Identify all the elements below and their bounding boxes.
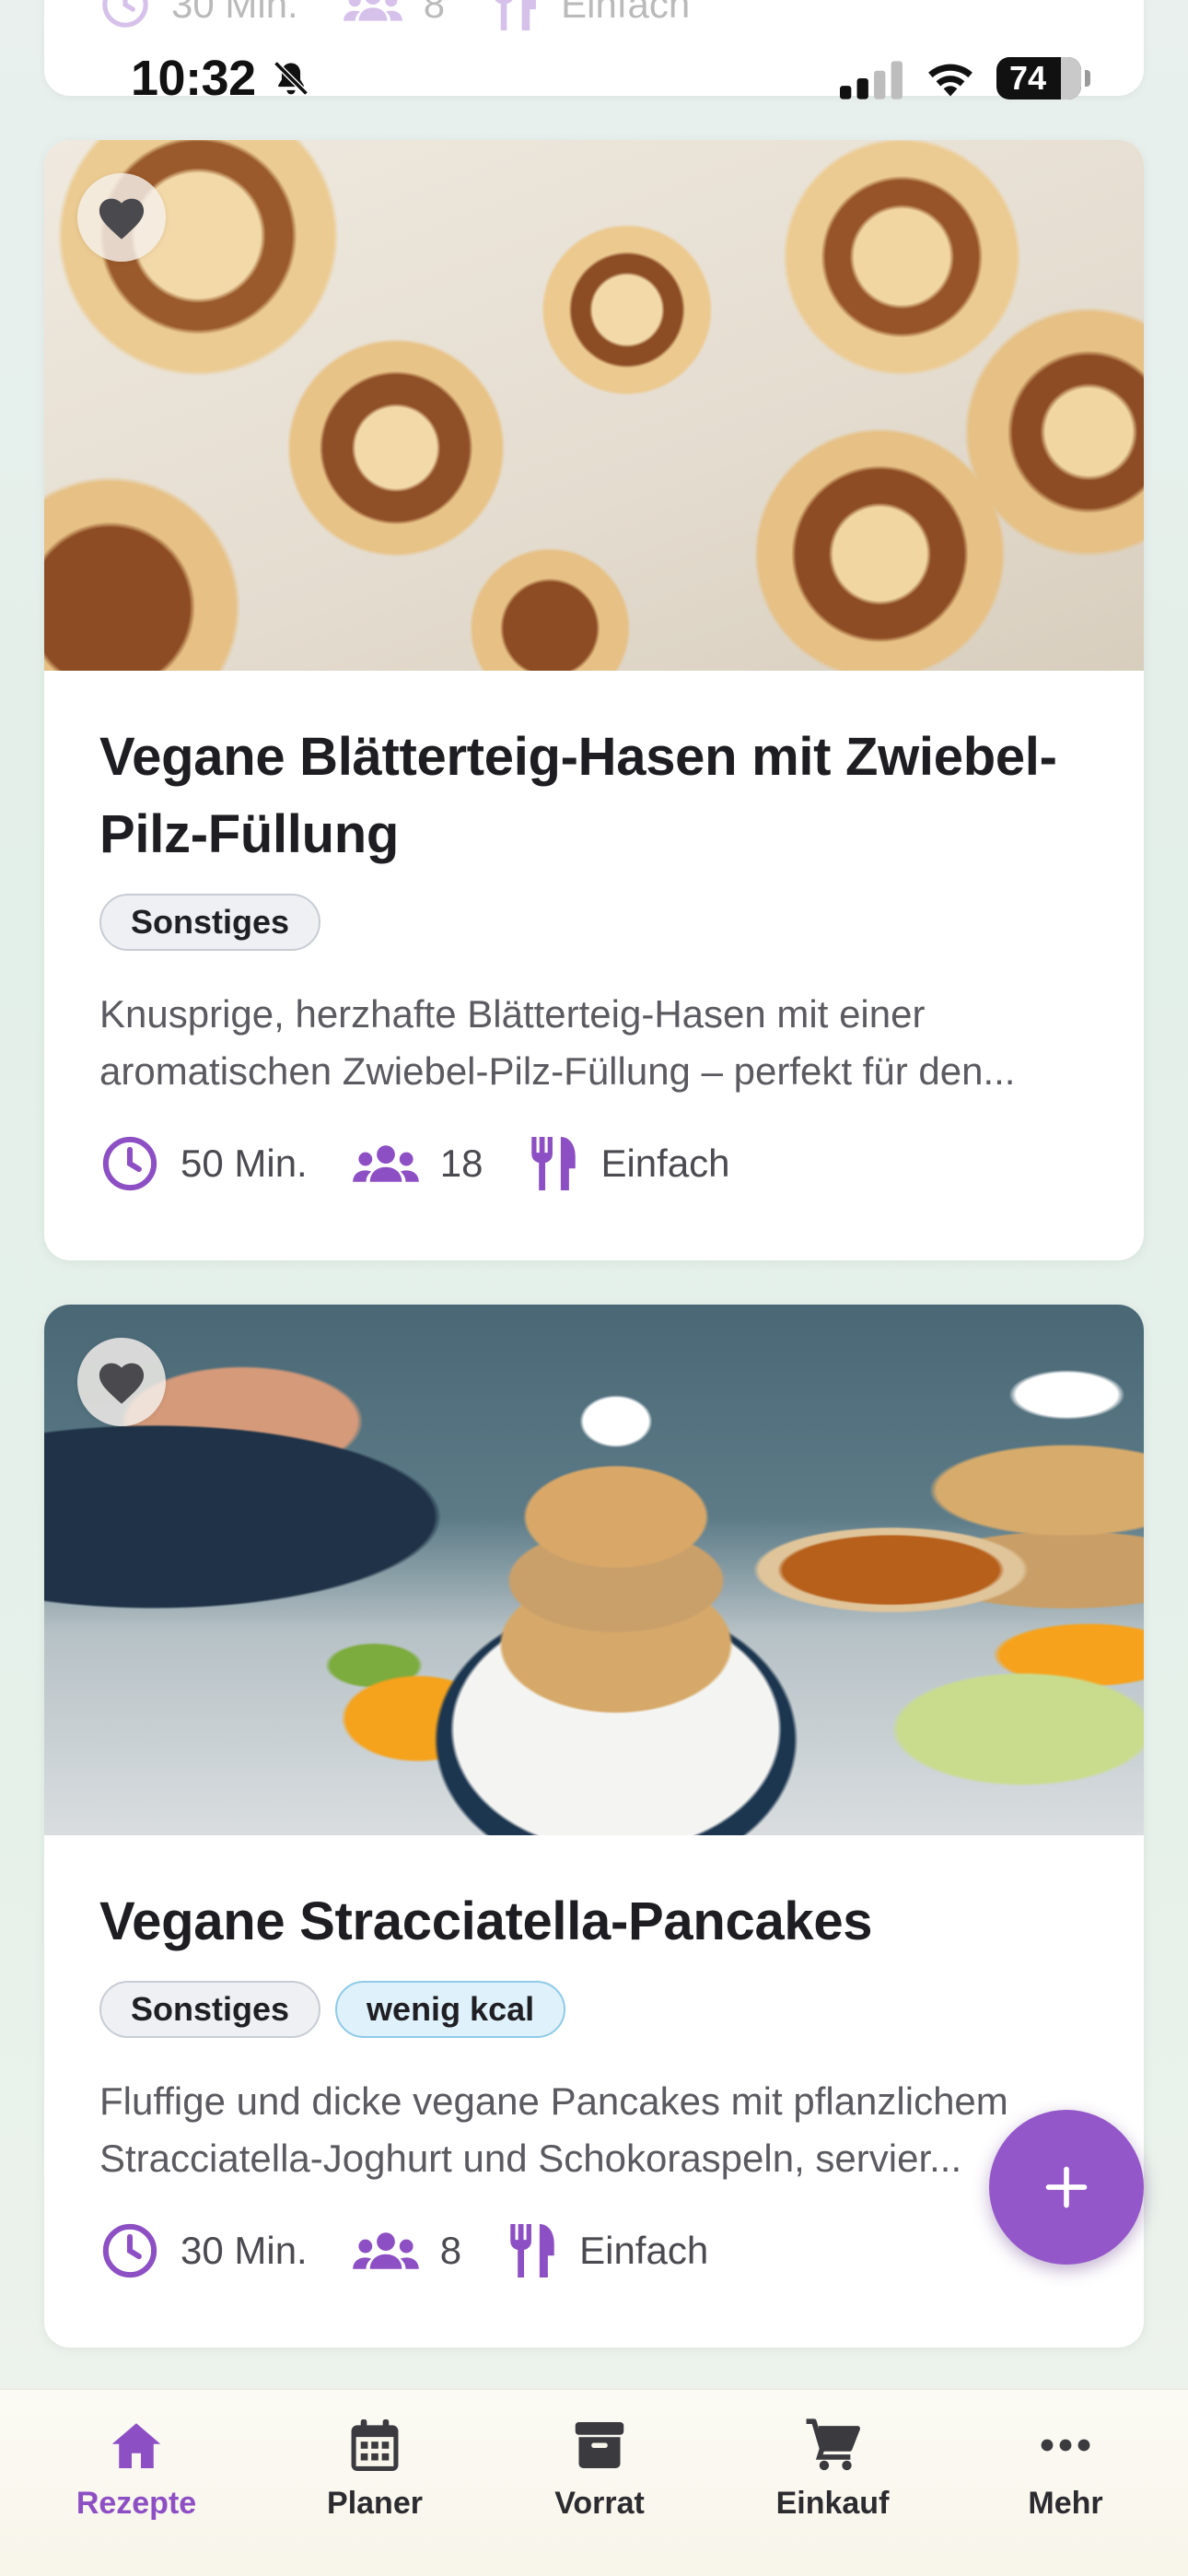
calendar-icon [351, 2419, 399, 2471]
recipe-description: Fluffige und dicke vegane Pancakes mit p… [99, 2079, 1008, 2180]
tag-chip: Sonstiges [99, 1981, 321, 2038]
nav-item-einkauf[interactable]: Einkauf [740, 2412, 925, 2522]
utensils-icon [510, 2224, 554, 2277]
recipe-description: Knusprige, herzhafte Blätterteig-Hasen m… [99, 992, 1016, 1093]
recipe-difficulty: Einfach [600, 1142, 730, 1185]
recipe-card[interactable]: Vegane Stracciatella-Pancakes Sonstiges … [44, 1305, 1144, 2348]
people-icon [352, 2232, 419, 2269]
recipe-card[interactable]: Vegane Blätterteig-Hasen mit Zwiebel-Pil… [44, 140, 1144, 1260]
recipe-meta: 50 Min. 18 Einfach [99, 1133, 1089, 1194]
recipe-time: 50 Min. [181, 1142, 308, 1185]
clock-icon [102, 0, 148, 28]
nav-item-mehr[interactable]: Mehr [973, 2412, 1158, 2522]
clock-icon [102, 1136, 157, 1191]
recipe-title: Vegane Blätterteig-Hasen mit Zwiebel-Pil… [99, 727, 1057, 864]
clock-icon [102, 2223, 157, 2278]
nav-label: Mehr [1028, 2486, 1103, 2521]
previous-recipe-card[interactable]: 30 Min. 8 Einfach [44, 0, 1144, 96]
archive-box-icon [575, 2422, 624, 2468]
bottom-navigation: Rezepte Planer Vorrat Einkauf Mehr [0, 2388, 1188, 2576]
recipe-tags: Sonstiges [99, 894, 1089, 951]
nav-label: Planer [327, 2486, 423, 2521]
nav-item-planer[interactable]: Planer [283, 2412, 467, 2522]
favorite-button[interactable] [77, 1338, 166, 1426]
recipe-difficulty: Einfach [579, 2229, 709, 2272]
utensils-icon [495, 0, 537, 30]
previous-recipe-difficulty: Einfach [561, 0, 691, 26]
nav-label: Einkauf [775, 2486, 890, 2521]
home-icon [111, 2423, 161, 2468]
recipe-title: Vegane Stracciatella-Pancakes [99, 1891, 873, 1951]
nav-label: Vorrat [554, 2486, 645, 2521]
heart-icon [99, 198, 145, 240]
recipe-tags: Sonstiges wenig kcal [99, 1981, 1089, 2038]
nav-label: Rezepte [76, 2486, 197, 2521]
previous-recipe-servings: 8 [423, 0, 446, 26]
heart-icon [99, 1363, 145, 1404]
tag-chip: Sonstiges [99, 894, 321, 951]
tag-chip-low-kcal: wenig kcal [335, 1981, 566, 2038]
previous-recipe-time: 30 Min. [171, 0, 298, 26]
more-icon [1041, 2439, 1090, 2452]
nav-item-vorrat[interactable]: Vorrat [507, 2412, 692, 2522]
people-icon [352, 1145, 419, 1182]
recipe-image[interactable] [44, 1305, 1144, 1835]
nav-item-rezepte[interactable]: Rezepte [44, 2412, 228, 2522]
recipe-meta: 30 Min. 8 Einfach [99, 2220, 1089, 2281]
cart-icon [806, 2418, 860, 2471]
previous-recipe-meta: 30 Min. 8 Einfach [99, 0, 734, 33]
utensils-icon [531, 1137, 577, 1190]
recipe-image[interactable] [44, 140, 1144, 671]
people-icon [343, 0, 402, 21]
recipe-servings: 8 [439, 2229, 462, 2272]
recipe-servings: 18 [439, 1142, 483, 1185]
favorite-button[interactable] [77, 173, 166, 262]
plus-icon [1045, 2166, 1088, 2208]
add-recipe-button[interactable] [989, 2110, 1144, 2265]
recipe-time: 30 Min. [181, 2229, 308, 2272]
